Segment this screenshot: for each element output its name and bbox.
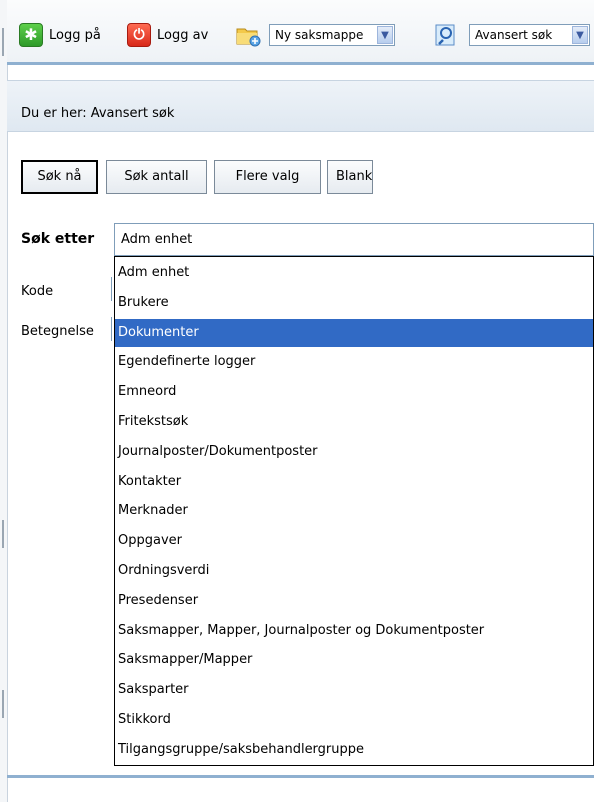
chevron-down-icon: ▼ <box>572 26 588 44</box>
code-label: Kode <box>21 284 54 299</box>
search-for-value: Adm enhet <box>121 232 193 247</box>
dropdown-option[interactable]: Journalposter/Dokumentposter <box>115 438 593 466</box>
edge-marker <box>2 520 4 548</box>
toolbar: ✱ Logg på ⏻ Logg av Ny saksmappe ▼ Avans… <box>7 0 594 65</box>
more-options-button[interactable]: Flere valg <box>214 160 321 194</box>
edge-marker <box>2 28 4 56</box>
logon-button[interactable]: ✱ Logg på <box>19 22 101 48</box>
dropdown-option[interactable]: Stikkord <box>115 706 593 734</box>
dropdown-option[interactable]: Oppgaver <box>115 527 593 555</box>
search-now-button[interactable]: Søk nå <box>21 160 98 194</box>
new-folder-icon <box>236 28 261 47</box>
dropdown-option[interactable]: Saksparter <box>115 676 593 704</box>
search-for-select[interactable]: Adm enhet <box>114 223 594 256</box>
search-count-button[interactable]: Søk antall <box>106 160 207 194</box>
search-icon <box>435 24 455 46</box>
chevron-down-icon: ▼ <box>377 26 393 44</box>
dropdown-option[interactable]: Adm enhet <box>115 259 593 287</box>
search-type-select-value: Avansert søk <box>475 28 553 42</box>
new-folder-button[interactable] <box>235 22 261 48</box>
bottom-divider <box>7 775 594 778</box>
dropdown-option[interactable]: Brukere <box>115 289 593 317</box>
blank-button[interactable]: Blank <box>327 160 373 194</box>
new-folder-select-value: Ny saksmappe <box>275 28 364 42</box>
search-for-dropdown-list[interactable]: Adm enhet Brukere Dokumenter Egendefinerte … <box>114 256 594 766</box>
logon-icon: ✱ <box>19 23 43 47</box>
search-type-select[interactable]: Avansert søk ▼ <box>469 24 590 46</box>
edge-marker <box>2 690 4 718</box>
dropdown-option[interactable]: Egendefinerte logger <box>115 348 593 376</box>
dropdown-option[interactable]: Kontakter <box>115 468 593 496</box>
dropdown-option[interactable]: Tilgangsgruppe/saksbehandlergruppe <box>115 736 593 764</box>
dropdown-option[interactable]: Emneord <box>115 378 593 406</box>
dropdown-option[interactable]: Saksmapper/Mapper <box>115 646 593 674</box>
breadcrumb: Du er her: Avansert søk <box>7 80 594 132</box>
power-icon: ⏻ <box>127 23 151 47</box>
dropdown-option[interactable]: Saksmapper, Mapper, Journalposter og Dok… <box>115 617 593 645</box>
description-label: Betegnelse <box>21 324 94 339</box>
new-folder-select[interactable]: Ny saksmappe ▼ <box>269 24 395 46</box>
breadcrumb-text: Du er her: Avansert søk <box>21 106 175 121</box>
logoff-button[interactable]: ⏻ Logg av <box>127 22 208 48</box>
advanced-search-button[interactable] <box>435 22 457 48</box>
dropdown-option[interactable]: Merknader <box>115 497 593 525</box>
dropdown-option[interactable]: Presedenser <box>115 587 593 615</box>
dropdown-option[interactable]: Fritekstsøk <box>115 408 593 436</box>
logon-label: Logg på <box>49 27 101 43</box>
dropdown-option[interactable]: Ordningsverdi <box>115 557 593 585</box>
search-for-label: Søk etter <box>21 231 95 247</box>
dropdown-option[interactable]: Dokumenter <box>115 318 593 347</box>
logoff-label: Logg av <box>157 27 209 43</box>
